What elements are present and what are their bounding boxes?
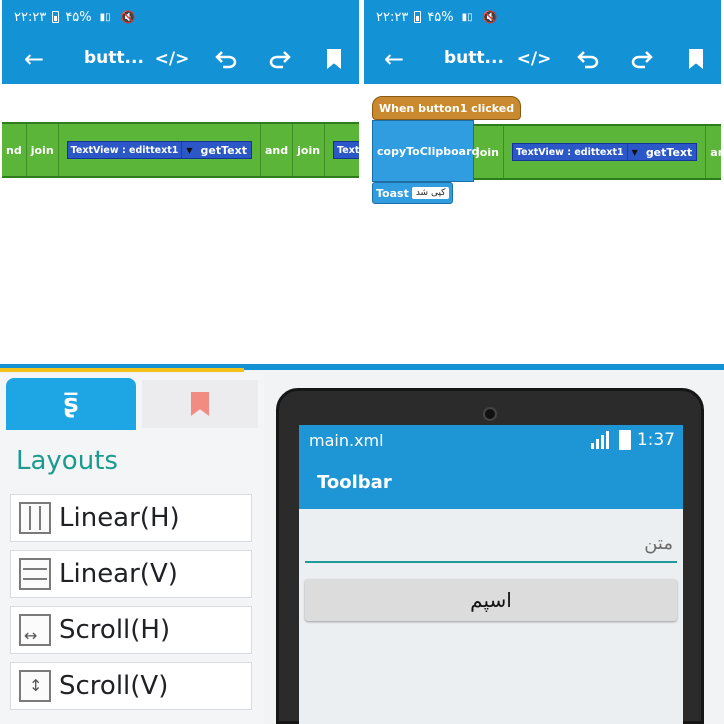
code-icon[interactable]: </> — [517, 45, 552, 73]
palette-item-scroll-v[interactable]: ↕ Scroll(V) — [10, 662, 252, 710]
preview-toolbar[interactable]: Toolbar — [299, 455, 683, 509]
blocks-editor-left: ۲۲:۲۳ ۴۵% ▮▯ 🔇 ← butt... </> nd join Tex… — [2, 0, 359, 362]
gettext-label: getText — [641, 145, 697, 159]
join-label: join — [292, 124, 324, 176]
toolbar-title: butt... — [84, 48, 144, 68]
battery-icon — [52, 11, 60, 23]
blocks-editor-right: ۲۲:۲۳ ۴۵% ▮▯ 🔇 ← butt... </> When button… — [364, 0, 721, 362]
textview-selector[interactable]: TextView : edittext1 ▼ getText — [66, 141, 252, 159]
copy-to-clipboard-block[interactable]: copyToClipboard — [372, 120, 479, 182]
dropdown-caret-icon[interactable]: ▼ — [632, 148, 638, 157]
battery-icon — [414, 11, 422, 23]
camera-icon — [483, 407, 497, 421]
textview-block[interactable]: TextView : edittext1 ▼ getText — [57, 124, 260, 176]
status-battery: ۴۵% — [65, 9, 92, 25]
back-arrow-icon[interactable]: ← — [384, 46, 404, 72]
signal-icon — [591, 431, 609, 449]
block-label: nd — [6, 143, 22, 157]
scroll-horizontal-icon: ↔ — [19, 614, 51, 646]
battery-icon — [619, 430, 631, 450]
gettext-label: getText — [196, 143, 251, 157]
palette-item-label: Scroll(H) — [59, 615, 171, 645]
redo-icon[interactable] — [628, 45, 656, 73]
dropdown-caret-icon[interactable]: ▼ — [186, 146, 192, 155]
preview-file-name: main.xml — [309, 430, 384, 450]
palette-item-scroll-h[interactable]: ↔ Scroll(H) — [10, 606, 252, 654]
mute-icon: 🔇 — [120, 10, 136, 24]
join-block-strip[interactable]: nd join TextView : edittext1 ▼ getText a… — [2, 122, 359, 178]
mute-icon: 🔇 — [482, 10, 498, 24]
code-icon[interactable]: </> — [155, 45, 190, 73]
bookmark-icon[interactable] — [682, 45, 710, 73]
components-icon: ʂ̅ — [63, 389, 79, 419]
palette-item-label: Linear(H) — [59, 503, 180, 533]
status-battery: ۴۵% — [427, 9, 454, 25]
back-arrow-icon[interactable]: ← — [24, 46, 44, 72]
toast-text-input[interactable]: کپی شد — [411, 187, 450, 199]
and-label: and — [259, 124, 292, 176]
status-bar: ۲۲:۲۳ ۴۵% ▮▯ 🔇 — [2, 0, 359, 34]
signal-icon: ▮▯ — [99, 11, 111, 23]
linear-horizontal-icon — [19, 502, 51, 534]
component-palette: ʂ̅ Layouts Linear(H) Linear(V) ↔ Scroll(… — [0, 374, 264, 724]
event-block-button1-clicked[interactable]: When button1 clicked — [372, 96, 522, 120]
tab-bookmarks[interactable] — [142, 380, 258, 428]
toolbar-title: butt... — [444, 48, 504, 68]
designer-top-bar — [0, 364, 724, 372]
device-screen: main.xml 1:37 Toolbar متن اسپم — [299, 425, 683, 724]
active-indicator — [0, 368, 244, 372]
scroll-vertical-icon: ↕ — [19, 670, 51, 702]
status-bar: ۲۲:۲۳ ۴۵% ▮▯ 🔇 — [364, 0, 721, 34]
bookmark-icon[interactable] — [320, 45, 348, 73]
join-block-strip[interactable]: join TextView : edittext1 ▼ getText and … — [472, 124, 721, 180]
bookmark-icon — [191, 392, 209, 416]
join-label: join — [25, 124, 58, 176]
app-toolbar: ← butt... </> — [364, 34, 721, 84]
status-time: ۲۲:۲۳ — [14, 9, 47, 25]
toast-label: Toast — [376, 186, 409, 200]
device-preview-frame: main.xml 1:37 Toolbar متن اسپم — [276, 388, 704, 724]
preview-button[interactable]: اسپم — [305, 579, 677, 621]
palette-section-title: Layouts — [16, 446, 118, 476]
palette-item-linear-v[interactable]: Linear(V) — [10, 550, 252, 598]
preview-status-bar: main.xml 1:37 — [299, 425, 683, 455]
palette-item-linear-h[interactable]: Linear(H) — [10, 494, 252, 542]
tab-components[interactable]: ʂ̅ — [6, 378, 136, 430]
status-time: ۲۲:۲۳ — [376, 9, 409, 25]
palette-item-label: Linear(V) — [59, 559, 178, 589]
preview-clock: 1:37 — [636, 430, 675, 450]
palette-item-label: Scroll(V) — [59, 671, 169, 701]
toast-block[interactable]: Toast کپی شد — [372, 182, 454, 204]
textview-selector[interactable]: TextView : edittext — [333, 141, 359, 159]
textview-selector[interactable]: TextView : edittext1 ▼ getText — [511, 143, 698, 161]
screenshot-collage: ۲۲:۲۳ ۴۵% ▮▯ 🔇 ← butt... </> nd join Tex… — [0, 0, 724, 724]
and-label: and — [705, 126, 721, 178]
textview-block[interactable]: TextView : edittext1 ▼ getText — [502, 126, 705, 178]
layout-designer: ʂ̅ Layouts Linear(H) Linear(V) ↔ Scroll(… — [0, 364, 724, 724]
preview-edittext[interactable]: متن — [305, 533, 677, 563]
undo-icon[interactable] — [574, 45, 602, 73]
app-toolbar: ← butt... </> — [2, 34, 359, 84]
redo-icon[interactable] — [266, 45, 294, 73]
undo-icon[interactable] — [212, 45, 240, 73]
linear-vertical-icon — [19, 558, 51, 590]
textview-block[interactable]: TextView : edittext — [324, 124, 359, 176]
signal-icon: ▮▯ — [461, 11, 473, 23]
